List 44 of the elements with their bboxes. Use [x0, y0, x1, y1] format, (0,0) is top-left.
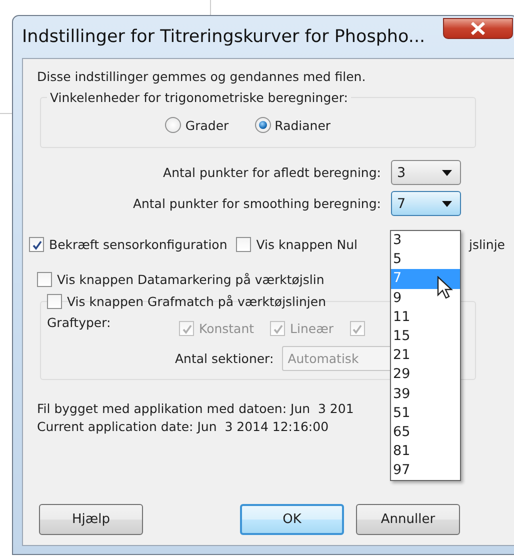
- field-label: Graftyper:: [47, 315, 112, 330]
- checkbox-label[interactable]: Vis knappen Grafmatch på værktøjslinjen: [67, 294, 326, 309]
- radio-button[interactable]: [165, 117, 182, 133]
- dialog-button[interactable]: Annuller: [356, 504, 460, 535]
- list-option[interactable]: 97: [391, 461, 460, 480]
- field-label: Antal punkter for smoothing beregning:: [132, 196, 381, 211]
- dropdown[interactable]: 3: [391, 160, 461, 185]
- list-option[interactable]: 39: [391, 384, 460, 404]
- checkbox[interactable]: [37, 272, 52, 287]
- list-option[interactable]: 81: [391, 442, 460, 462]
- dialog-button[interactable]: OK: [240, 504, 344, 535]
- checkbox-label[interactable]: Vis knappen Datamarkering på værktøjslin: [57, 272, 324, 287]
- list-option[interactable]: 3: [391, 231, 460, 250]
- list-option[interactable]: 21: [391, 346, 460, 366]
- mouse-pointer-icon: [437, 276, 453, 300]
- list-option[interactable]: 51: [391, 404, 460, 423]
- radio-label[interactable]: Grader: [185, 118, 229, 132]
- list-option[interactable]: 65: [391, 422, 460, 442]
- window-title: Indstillinger for Titreringskurver for Phospho...: [22, 27, 426, 47]
- info-text: Fil bygget med applikation med datoen: Jun 3 201: [37, 400, 354, 418]
- close-icon: [468, 22, 488, 35]
- list-option[interactable]: 15: [391, 326, 460, 346]
- label-fragment: jslinje: [468, 237, 505, 252]
- list-option[interactable]: 5: [391, 250, 460, 270]
- field-label: Antal sektioner:: [175, 351, 274, 366]
- caret-icon: [442, 200, 452, 206]
- intro-text: Disse indstillinger gemmes og gendannes med filen.: [37, 69, 367, 84]
- list-option[interactable]: 29: [391, 365, 460, 384]
- field-label: Antal punkter for afledt beregning:: [163, 165, 381, 180]
- checkbox-label[interactable]: Vis knappen Nul: [256, 237, 358, 252]
- dropdown[interactable]: 7: [391, 191, 461, 216]
- info-text: Current application date: Jun 3 2014 12:16:00: [37, 418, 329, 436]
- group-label: Vinkelenheder for trigonometriske beregninger:: [49, 90, 349, 105]
- list-option[interactable]: 9: [391, 288, 460, 308]
- checkbox[interactable]: [236, 237, 252, 252]
- radio-button[interactable]: [254, 117, 271, 133]
- checkbox[interactable]: [29, 237, 44, 252]
- radio-label[interactable]: Radianer: [274, 118, 331, 132]
- checkbox[interactable]: [47, 294, 62, 309]
- caret-icon: [442, 170, 452, 176]
- checkbox-label[interactable]: Bekræft sensorkonfiguration: [49, 237, 228, 252]
- dialog-button[interactable]: Hjælp: [39, 504, 143, 535]
- list-option[interactable]: 11: [391, 308, 460, 327]
- close-button[interactable]: [443, 18, 513, 39]
